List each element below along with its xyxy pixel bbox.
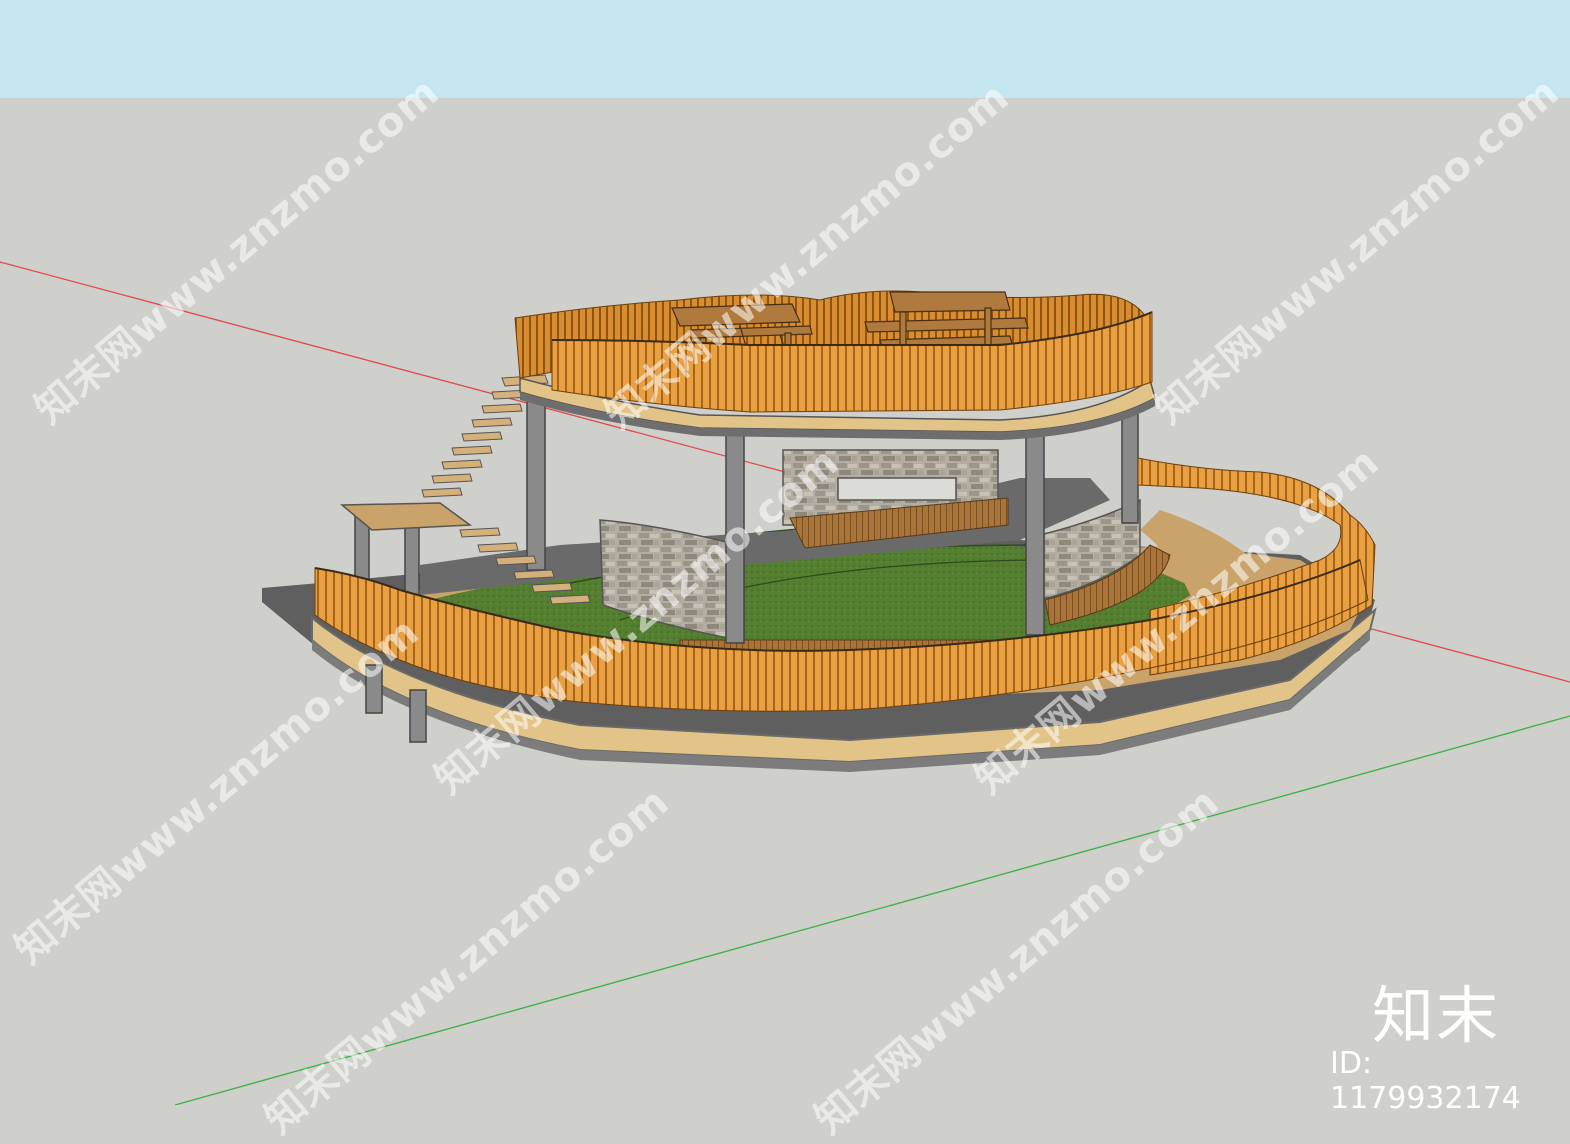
column	[1121, 404, 1139, 524]
column	[1025, 424, 1045, 636]
pavilion-model	[262, 290, 1377, 772]
column	[526, 394, 546, 571]
model-id-label: ID: 1179932174	[1330, 1046, 1521, 1116]
model-viewport[interactable]	[0, 0, 1570, 1105]
brand-logo-text: 知末	[1372, 979, 1501, 1052]
support-leg	[409, 689, 427, 743]
support-leg	[365, 664, 383, 714]
column	[725, 427, 745, 644]
wall-window	[837, 477, 957, 501]
